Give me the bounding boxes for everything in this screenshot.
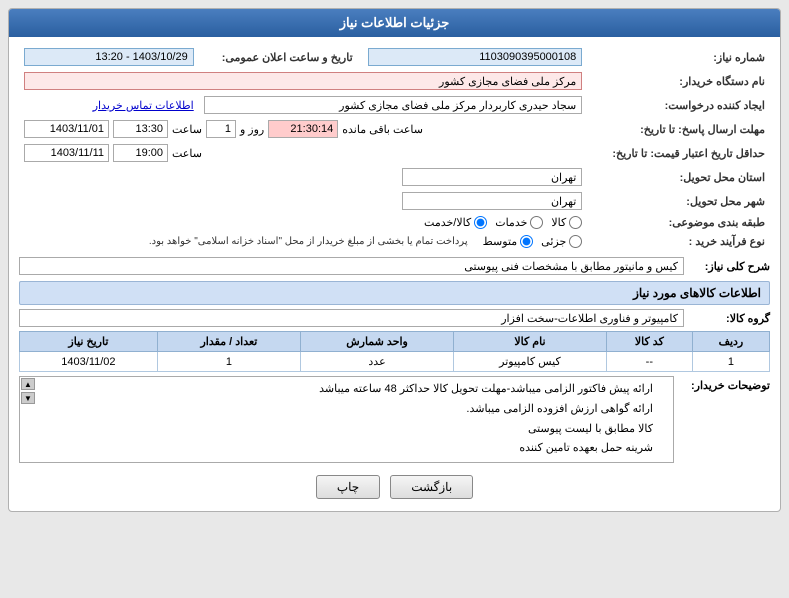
scroll-down-btn[interactable]: ▼ <box>21 392 35 404</box>
col-kod: کد کالا <box>606 332 692 352</box>
page-header: جزئیات اطلاعات نیاز <box>9 9 780 37</box>
notes-box: ارائه پیش فاکتور الزامی میباشد-مهلت تحوی… <box>19 376 674 463</box>
cell-vahed: عدد <box>301 352 454 372</box>
page-title: جزئیات اطلاعات نیاز <box>340 15 450 30</box>
tarikh-elan-label: تاریخ و ساعت اعلان عمومی: <box>199 45 363 69</box>
cell-name: کیس کامپیوتر <box>454 352 607 372</box>
notes-line-3: کالا مطابق با لیست پیوستی <box>25 420 653 440</box>
mohlat-rooz-label: روز و <box>240 123 264 136</box>
mohlat-label: مهلت ارسال پاسخ: تا تاریخ: <box>587 117 770 141</box>
ostan-input[interactable] <box>402 168 582 186</box>
mohlat-saat <box>113 120 168 138</box>
tarikh-saat <box>113 144 168 162</box>
shomare-niaz-label: شماره نیاز: <box>587 45 770 69</box>
shahr-label: شهر محل تحویل: <box>587 189 770 213</box>
col-radif: ردیف <box>692 332 769 352</box>
notes-line-1: ارائه پیش فاکتور الزامی میباشد-مهلت تحوی… <box>25 380 653 400</box>
cell-tedad: 1 <box>157 352 300 372</box>
tabaqe-label: طبقه بندی موضوعی: <box>587 213 770 232</box>
col-tedad: تعداد / مقدار <box>157 332 300 352</box>
table-row: 1 -- کیس کامپیوتر عدد 1 1403/11/02 <box>20 352 770 372</box>
group-kala-input[interactable] <box>19 309 684 327</box>
shahr-input[interactable] <box>402 192 582 210</box>
col-name: نام کالا <box>454 332 607 352</box>
nam-dastgah-input[interactable] <box>24 72 582 90</box>
ijad-input[interactable] <box>204 96 583 114</box>
contact-link[interactable]: اطلاعات تماس خریدار <box>93 100 194 112</box>
notes-line-4: شرینه حمل بعهده تامین کننده <box>25 439 653 459</box>
ijad-label: ایجاد کننده درخواست: <box>587 93 770 117</box>
cell-tarikh: 1403/11/02 <box>20 352 158 372</box>
mohlat-rooz <box>206 120 236 138</box>
tarikh-etebar-label: حداقل تاریخ اعتبار قیمت: تا تاریخ: <box>587 141 770 165</box>
tarikh-saat-label: ساعت <box>172 147 202 160</box>
cell-radif: 1 <box>692 352 769 372</box>
tarikh-elan-input[interactable] <box>24 48 194 66</box>
mohlat-remaining: ساعت باقی مانده <box>342 123 423 136</box>
chap-button[interactable]: چاپ <box>316 475 380 499</box>
noe-notice: پرداخت تمام یا بخشی از مبلغ خریدار از مح… <box>149 236 468 247</box>
sherj-koli-label: شرح کلی نیاز: <box>690 260 770 273</box>
ostan-label: استان محل تحویل: <box>587 165 770 189</box>
tarikh-date <box>24 144 109 162</box>
radio-motavaset[interactable]: متوسط <box>483 235 534 248</box>
mohlat-saat-label: ساعت <box>172 123 202 136</box>
cell-kod: -- <box>606 352 692 372</box>
bazgasht-button[interactable]: بازگشت <box>390 475 473 499</box>
nam-dastgah-label: نام دستگاه خریدار: <box>587 69 770 93</box>
button-row: بازگشت چاپ <box>19 471 770 503</box>
notes-label: توضیحات خریدار: <box>680 376 770 392</box>
radio-kala-khadamat[interactable]: کالا/خدمت <box>424 216 487 229</box>
shomare-niaz-input[interactable] <box>368 48 583 66</box>
noe-label: نوع فرآیند خرید : <box>587 232 770 251</box>
notes-line-2: ارائه گواهی ارزش افزوده الزامی میباشد. <box>25 400 653 420</box>
kala-section-title: اطلاعات کالاهای مورد نیاز <box>19 281 770 305</box>
scroll-up-btn[interactable]: ▲ <box>21 378 35 390</box>
col-tarikh: تاریخ نیاز <box>20 332 158 352</box>
radio-jozvi[interactable]: جزئی <box>541 235 582 248</box>
radio-khadamat[interactable]: خدمات <box>495 216 543 229</box>
col-vahed: واحد شمارش <box>301 332 454 352</box>
radio-kala[interactable]: کالا <box>551 216 582 229</box>
items-table: ردیف کد کالا نام کالا واحد شمارش تعداد /… <box>19 331 770 372</box>
mohlat-countdown <box>268 120 338 138</box>
group-kala-label: گروه کالا: <box>690 312 770 325</box>
mohlat-date <box>24 120 109 138</box>
sherj-koli-input[interactable] <box>19 257 684 275</box>
